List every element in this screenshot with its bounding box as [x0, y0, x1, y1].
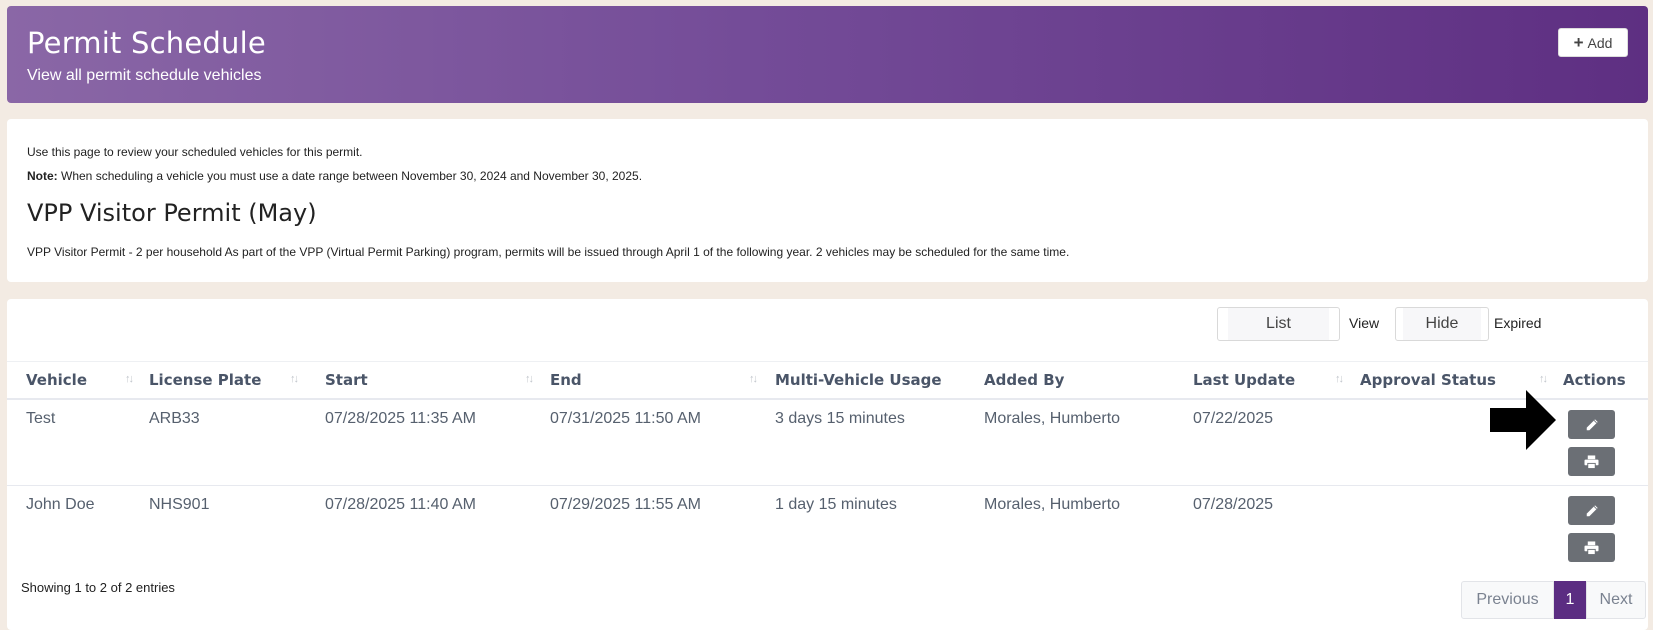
sort-icon[interactable]: ↑↓	[1335, 373, 1344, 385]
column-header-end[interactable]: End	[550, 371, 582, 389]
column-header-last-update[interactable]: Last Update	[1193, 371, 1295, 389]
cell-added-by: Morales, Humberto	[984, 410, 1121, 427]
permit-title: VPP Visitor Permit (May)	[27, 199, 317, 227]
page-1-button[interactable]: 1	[1554, 581, 1586, 619]
previous-page-button[interactable]: Previous	[1461, 581, 1554, 619]
edit-button[interactable]	[1568, 410, 1615, 439]
cell-vehicle: Test	[26, 410, 56, 427]
column-header-approval-status[interactable]: Approval Status	[1360, 371, 1496, 389]
pencil-icon	[1586, 418, 1598, 430]
column-header-actions: Actions	[1563, 371, 1626, 389]
cell-last-update: 07/28/2025	[1193, 496, 1274, 513]
cell-multi-vehicle-usage: 1 day 15 minutes	[775, 496, 897, 513]
hide-label: Hide	[1403, 308, 1481, 340]
view-label: View	[1349, 315, 1380, 331]
add-button[interactable]: + Add	[1558, 28, 1628, 57]
table-row: Test ARB33 07/28/2025 11:35 AM 07/31/202…	[7, 400, 1648, 486]
list-view-toggle[interactable]: List	[1217, 307, 1340, 341]
sort-icon[interactable]: ↑↓	[1539, 373, 1548, 385]
cell-license-plate: NHS901	[149, 496, 210, 513]
permit-description: VPP Visitor Permit - 2 per household As …	[27, 245, 1070, 259]
sort-icon[interactable]: ↑↓	[125, 373, 134, 385]
cell-start: 07/28/2025 11:35 AM	[325, 410, 476, 427]
cell-license-plate: ARB33	[149, 410, 200, 427]
sort-icon[interactable]: ↑↓	[290, 373, 299, 385]
table-row: John Doe NHS901 07/28/2025 11:40 AM 07/2…	[7, 486, 1648, 572]
arrow-right-icon	[1490, 390, 1556, 450]
entries-info: Showing 1 to 2 of 2 entries	[21, 580, 175, 595]
print-button[interactable]	[1568, 533, 1615, 562]
printer-icon	[1584, 454, 1599, 469]
info-card: Use this page to review your scheduled v…	[7, 119, 1648, 282]
note-label: Note:	[27, 169, 58, 183]
cell-vehicle: John Doe	[26, 496, 95, 513]
column-header-vehicle[interactable]: Vehicle	[26, 371, 87, 389]
print-button[interactable]	[1568, 447, 1615, 476]
add-button-label: Add	[1587, 34, 1613, 51]
sort-icon[interactable]: ↑↓	[749, 373, 758, 385]
cell-multi-vehicle-usage: 3 days 15 minutes	[775, 410, 905, 427]
list-view-label: List	[1227, 308, 1330, 340]
column-header-added-by[interactable]: Added By	[984, 371, 1064, 389]
sort-icon[interactable]: ↑↓	[525, 373, 534, 385]
cell-start: 07/28/2025 11:40 AM	[325, 496, 476, 513]
cell-end: 07/31/2025 11:50 AM	[550, 410, 701, 427]
page-title: Permit Schedule	[27, 26, 266, 60]
pencil-icon	[1586, 504, 1598, 516]
edit-button[interactable]	[1568, 496, 1615, 525]
note-text: When scheduling a vehicle you must use a…	[57, 169, 643, 183]
schedule-table-card: List View Hide Expired Vehicle ↑↓ Licens…	[7, 299, 1648, 630]
pagination: Previous 1 Next	[1461, 581, 1646, 619]
cell-last-update: 07/22/2025	[1193, 410, 1274, 427]
cell-added-by: Morales, Humberto	[984, 496, 1121, 513]
info-intro: Use this page to review your scheduled v…	[27, 145, 363, 159]
page-subtitle: View all permit schedule vehicles	[27, 67, 262, 84]
cell-end: 07/29/2025 11:55 AM	[550, 496, 701, 513]
page-header: Permit Schedule View all permit schedule…	[7, 6, 1648, 103]
printer-icon	[1584, 540, 1599, 555]
column-header-start[interactable]: Start	[325, 371, 368, 389]
info-note: Note: When scheduling a vehicle you must…	[27, 169, 642, 183]
column-header-multi-vehicle-usage[interactable]: Multi-Vehicle Usage	[775, 371, 942, 389]
column-header-license-plate[interactable]: License Plate	[149, 371, 261, 389]
plus-icon: +	[1573, 32, 1584, 52]
hide-expired-toggle[interactable]: Hide	[1395, 307, 1489, 341]
next-page-button[interactable]: Next	[1586, 581, 1646, 619]
table-header: Vehicle ↑↓ License Plate ↑↓ Start ↑↓ End…	[7, 361, 1648, 400]
expired-label: Expired	[1494, 315, 1542, 331]
